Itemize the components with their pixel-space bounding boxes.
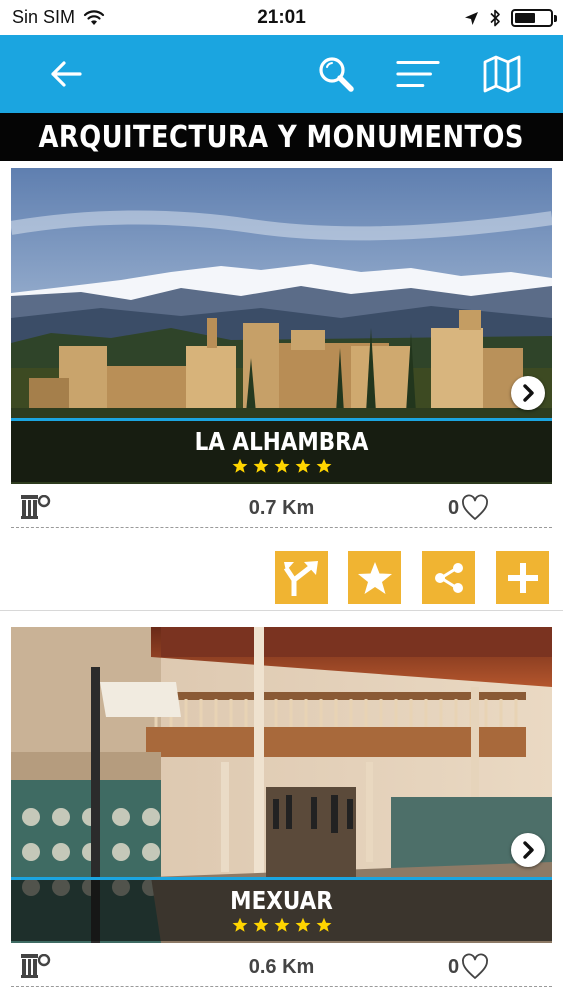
filter-menu-button[interactable]	[396, 52, 440, 96]
rating-stars	[11, 458, 552, 474]
star-icon	[274, 458, 289, 473]
place-card[interactable]: LA ALHAMBRA	[11, 168, 552, 484]
add-button[interactable]	[496, 551, 549, 604]
map-button[interactable]	[480, 52, 524, 96]
star-icon	[295, 458, 310, 473]
menu-icon	[396, 60, 440, 88]
battery-icon	[511, 9, 557, 27]
rating-stars	[11, 917, 552, 933]
location-arrow-icon	[465, 11, 478, 25]
place-caption: LA ALHAMBRA	[11, 418, 552, 482]
star-icon	[316, 458, 331, 473]
bluetooth-icon	[490, 9, 500, 27]
status-right	[464, 8, 557, 28]
star-icon	[232, 458, 247, 473]
next-button[interactable]	[511, 376, 545, 410]
favorite-icon	[357, 561, 392, 594]
app-bar	[0, 35, 563, 113]
star-icon	[295, 917, 310, 932]
search-button[interactable]	[314, 52, 358, 96]
heart-icon	[462, 494, 489, 520]
favorite-button[interactable]	[348, 551, 401, 604]
page-title: ARQUITECTURA Y MONUMENTOS	[38, 119, 525, 155]
likes-count: 0	[448, 496, 460, 519]
add-icon	[507, 562, 538, 593]
heart-icon	[462, 953, 489, 979]
star-icon	[232, 917, 247, 932]
directions-icon	[283, 560, 318, 596]
share-button[interactable]	[422, 551, 475, 604]
place-actions	[0, 529, 563, 611]
map-icon	[483, 55, 521, 93]
share-icon	[434, 562, 463, 593]
place-info-row: 0.6 Km 0	[11, 945, 552, 987]
chevron-right-icon	[523, 841, 534, 859]
place-card[interactable]: MEXUAR	[11, 627, 552, 943]
directions-button[interactable]	[275, 551, 328, 604]
star-icon	[253, 458, 268, 473]
search-icon	[319, 57, 354, 92]
star-icon	[274, 917, 289, 932]
place-info-row: 0.7 Km 0	[11, 486, 552, 528]
back-button[interactable]	[44, 52, 88, 96]
place-name: MEXUAR	[230, 886, 333, 915]
chevron-right-icon	[523, 384, 534, 402]
likes-counter[interactable]: 0	[448, 494, 489, 522]
title-banner: ARQUITECTURA Y MONUMENTOS	[0, 113, 563, 161]
likes-count: 0	[448, 955, 460, 978]
place-name: LA ALHAMBRA	[194, 427, 369, 456]
next-button[interactable]	[511, 833, 545, 867]
status-bar: Sin SIM 21:01	[0, 0, 563, 35]
likes-counter[interactable]: 0	[448, 953, 489, 981]
star-icon	[316, 917, 331, 932]
place-caption: MEXUAR	[11, 877, 552, 941]
star-icon	[253, 917, 268, 932]
battery-fill	[515, 13, 535, 23]
back-arrow-icon	[51, 61, 82, 87]
battery-tip	[554, 15, 557, 22]
